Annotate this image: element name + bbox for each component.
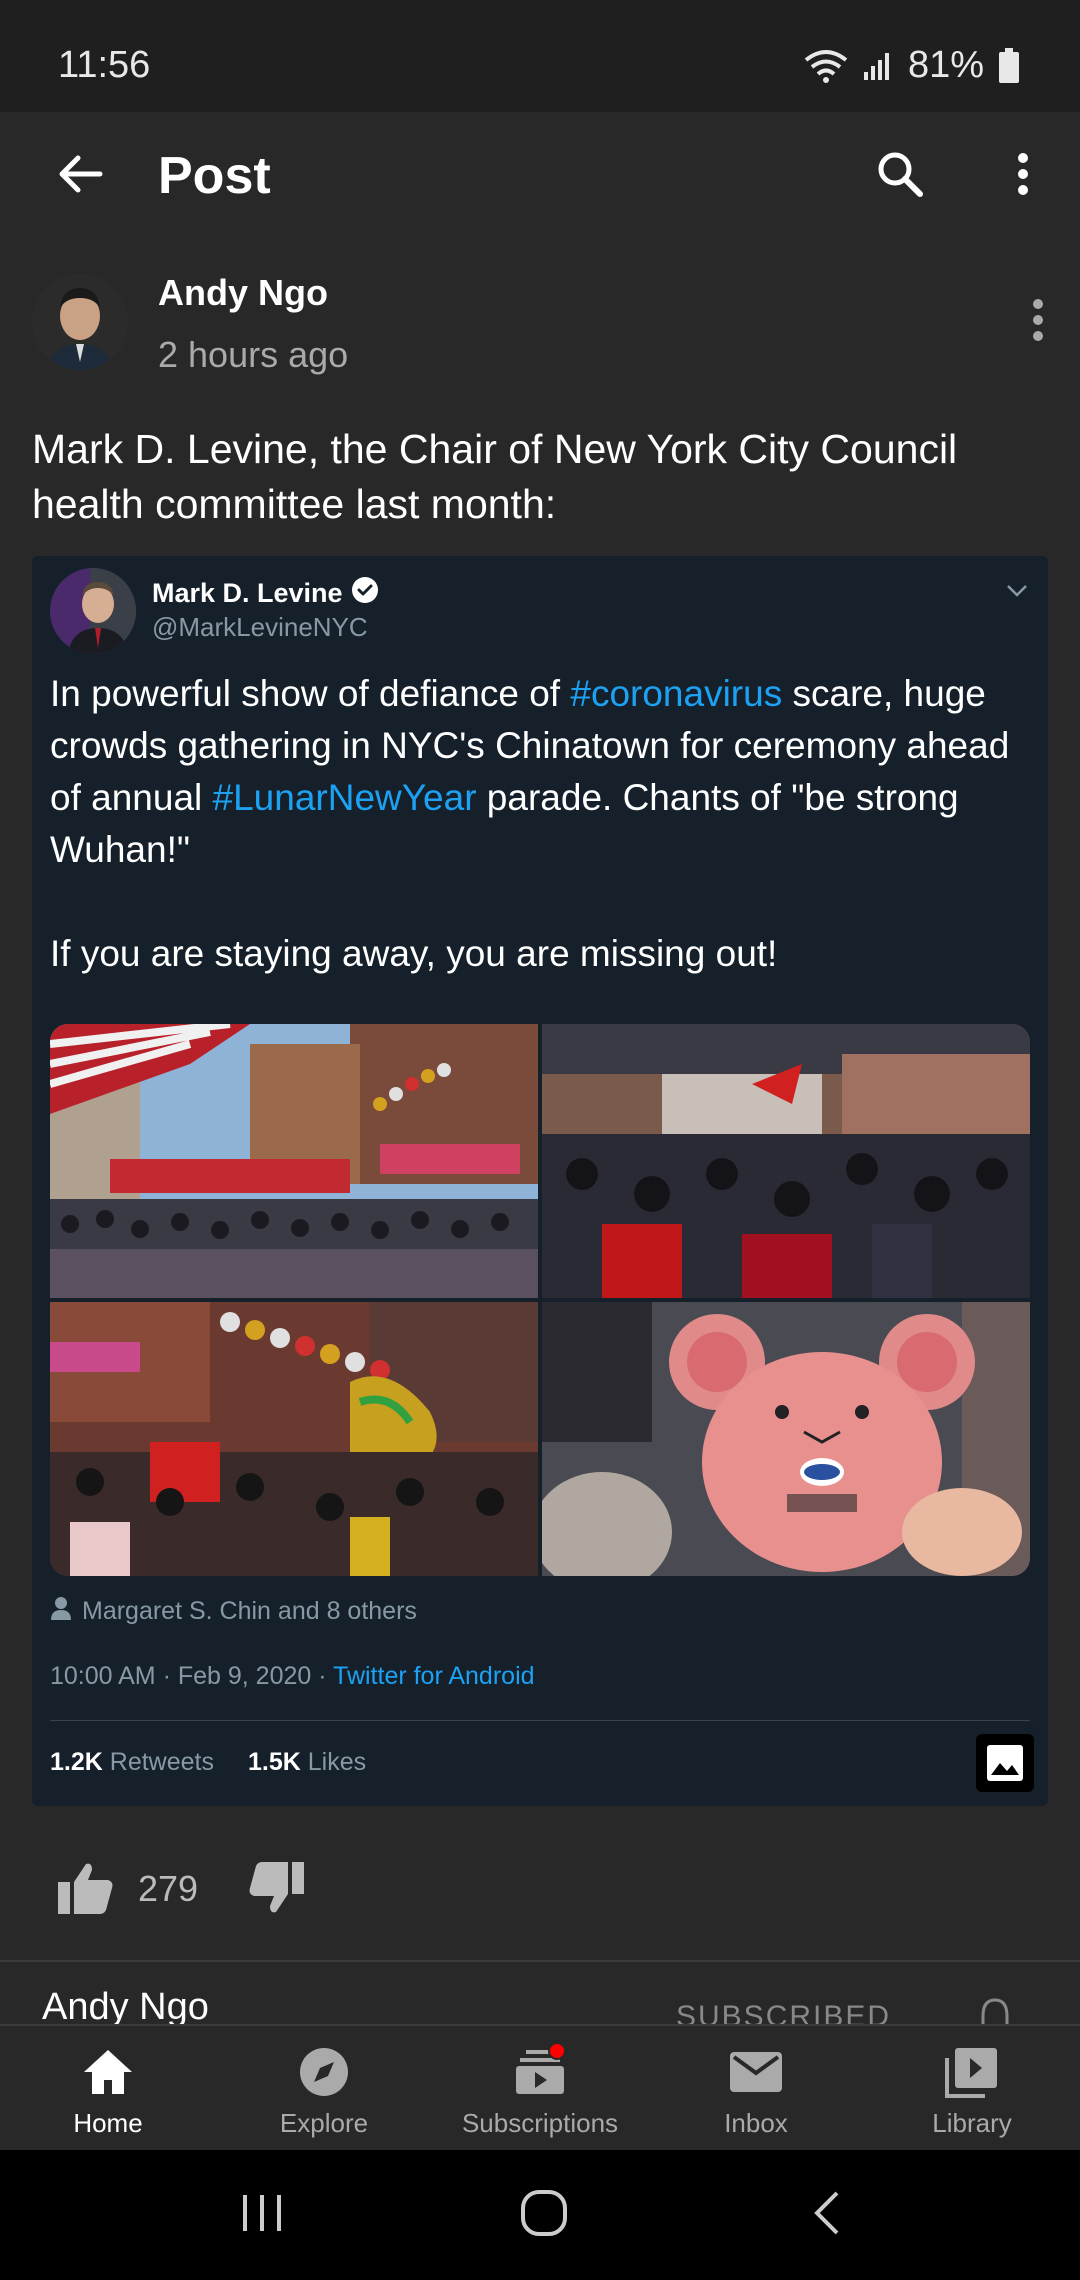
search-button[interactable]: [860, 136, 940, 216]
likes-label: Likes: [307, 1748, 367, 1776]
channel-name[interactable]: Andy Ngo: [42, 1986, 209, 2029]
app-bar: Post: [0, 112, 1080, 240]
section-divider: [0, 1960, 1080, 1962]
person-icon: [50, 1596, 72, 1627]
post-time: 2 hours ago: [158, 334, 349, 375]
retweets-count: 1.2K: [50, 1748, 103, 1776]
home-icon: [78, 2044, 138, 2100]
retweets-label: Retweets: [109, 1748, 214, 1776]
tweet-timestamp: 10:00 AM · Feb 9, 2020 ·: [50, 1662, 334, 1690]
tweet-photo-mouse-plush: [542, 1302, 1030, 1576]
tweet-paragraph-2: If you are staying away, you are missing…: [50, 933, 778, 974]
nav-subscriptions[interactable]: Subscriptions: [432, 2026, 648, 2150]
like-button[interactable]: [54, 1858, 118, 1922]
battery-text: 81%: [907, 44, 984, 86]
chevron-left-icon: [811, 2191, 841, 2240]
tweet-tagged-text: Margaret S. Chin and 8 others: [82, 1597, 417, 1625]
nav-label-library: Library: [932, 2108, 1012, 2138]
compass-icon: [294, 2044, 354, 2100]
dislike-button[interactable]: [244, 1858, 308, 1922]
tweet-text-part: In powerful show of defiance of: [50, 673, 571, 714]
likes-count: 1.5K: [247, 1748, 301, 1776]
hashtag-lunarnewyear: #LunarNewYear: [212, 777, 477, 818]
battery-icon: [998, 47, 1020, 84]
arrow-left-icon: [56, 154, 104, 199]
wifi-icon: [804, 48, 848, 84]
tweet-divider: [50, 1720, 1030, 1721]
tweet-source: Twitter for Android: [333, 1662, 535, 1690]
subscriptions-icon: [510, 2042, 570, 2100]
tweet-author-handle: @MarkLevineNYC: [152, 612, 368, 642]
verified-badge-icon: [351, 576, 379, 611]
tweet-avatar: [50, 568, 136, 654]
nav-inbox[interactable]: Inbox: [648, 2026, 864, 2150]
status-time: 11:56: [58, 44, 151, 86]
recent-apps-button[interactable]: [222, 2180, 302, 2250]
back-button[interactable]: [40, 136, 120, 216]
nav-explore[interactable]: Explore: [216, 2026, 432, 2150]
tweet-text: In powerful show of defiance of #coronav…: [50, 668, 1030, 980]
tweet-author-name: Mark D. Levine: [152, 576, 379, 611]
home-system-button[interactable]: [504, 2180, 584, 2250]
author-name[interactable]: Andy Ngo: [158, 272, 328, 314]
tweet-likes: 1.5K Likes: [248, 1748, 366, 1777]
bottom-navigation: Home Explore Subscriptions Inbox Library: [0, 2024, 1080, 2150]
system-navigation-bar: [0, 2150, 1080, 2280]
post-menu-button[interactable]: [1016, 290, 1060, 354]
hashtag-coronavirus: #coronavirus: [570, 673, 783, 714]
tweet-photo-dragon-dance: [50, 1302, 538, 1576]
signal-icon: [862, 50, 894, 82]
system-back-button[interactable]: [786, 2180, 866, 2250]
nav-home[interactable]: Home: [0, 2026, 216, 2150]
library-icon: [942, 2044, 1002, 2100]
more-vert-icon: [1032, 298, 1044, 347]
chevron-down-icon: [1002, 576, 1032, 606]
tweet-photo-grid: [50, 1024, 1030, 1576]
nav-label-home: Home: [73, 2108, 143, 2138]
author-avatar[interactable]: [32, 274, 128, 370]
search-icon: [876, 150, 924, 203]
tweet-retweets: 1.2K Retweets: [50, 1748, 214, 1777]
image-icon: [976, 1734, 1034, 1792]
mail-icon: [726, 2044, 786, 2100]
tweet-photo-street-banner: [50, 1024, 538, 1298]
nav-label-explore: Explore: [279, 2108, 369, 2138]
thumbs-down-icon: [246, 1860, 306, 1921]
status-icons: 81%: [804, 44, 1020, 87]
tweet-stats: 1.2K Retweets 1.5K Likes: [50, 1748, 366, 1777]
nav-label-subscriptions: Subscriptions: [461, 2108, 619, 2138]
thumbs-up-icon: [56, 1860, 116, 1921]
tweet-paragraph-1: In powerful show of defiance of #coronav…: [50, 668, 1030, 876]
page-title: Post: [158, 147, 271, 205]
post-text: Mark D. Levine, the Chair of New York Ci…: [32, 426, 958, 527]
tweet-tagged-users: Margaret S. Chin and 8 others: [50, 1596, 417, 1627]
more-options-button[interactable]: [983, 136, 1063, 216]
tweet-author-name-text: Mark D. Levine: [152, 578, 343, 608]
recent-apps-icon: [239, 2193, 285, 2238]
tweet-photo-crowd: [542, 1024, 1030, 1298]
more-vert-icon: [1017, 152, 1029, 201]
notification-dot: [548, 2042, 566, 2060]
tweet-meta: 10:00 AM · Feb 9, 2020 · Twitter for And…: [50, 1662, 535, 1691]
embedded-tweet-image[interactable]: Mark D. Levine @MarkLevineNYC In powerfu…: [32, 556, 1048, 1806]
home-circle-icon: [520, 2189, 568, 2242]
nav-library[interactable]: Library: [864, 2026, 1080, 2150]
status-bar: 11:56 81%: [0, 0, 1080, 112]
nav-label-inbox: Inbox: [724, 2108, 788, 2138]
like-count: 279: [138, 1868, 199, 1909]
